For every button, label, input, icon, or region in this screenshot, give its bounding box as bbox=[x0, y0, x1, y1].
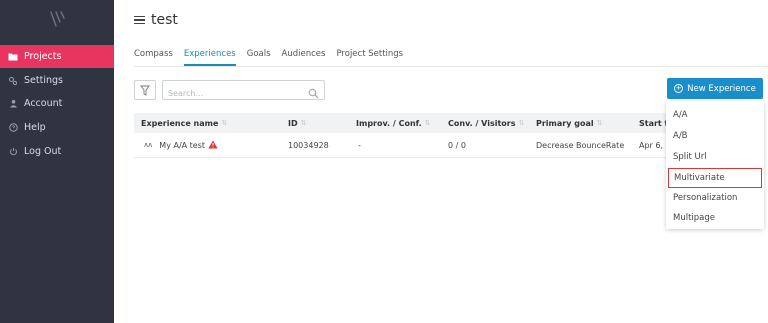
column-header-id[interactable]: ID ⇅ bbox=[288, 119, 307, 128]
power-icon bbox=[2, 147, 24, 156]
tab-audiences[interactable]: Audiences bbox=[282, 49, 326, 66]
sort-icon: ⇅ bbox=[518, 119, 525, 127]
new-experience-button[interactable]: + New Experience bbox=[667, 78, 763, 99]
improv-conf-cell: - bbox=[358, 140, 361, 150]
gears-icon bbox=[2, 76, 24, 86]
search-input[interactable] bbox=[163, 84, 293, 103]
sidebar-item-account[interactable]: Account bbox=[0, 92, 114, 115]
sort-icon: ⇅ bbox=[300, 119, 307, 127]
menu-item-aa[interactable]: A/A bbox=[666, 105, 764, 125]
sidebar-item-label: Account bbox=[24, 98, 63, 109]
sidebar: Projects Settings Account Help Log Out bbox=[0, 0, 114, 323]
app-logo-icon[interactable] bbox=[48, 8, 68, 30]
filter-icon bbox=[140, 81, 150, 100]
sidebar-item-projects[interactable]: Projects bbox=[0, 45, 114, 68]
sidebar-item-settings[interactable]: Settings bbox=[0, 69, 114, 92]
column-header-primary-goal[interactable]: Primary goal ⇅ bbox=[536, 119, 602, 128]
main-content: test Compass Experiences Goals Audiences… bbox=[114, 0, 768, 323]
sidebar-item-label: Settings bbox=[24, 75, 63, 86]
id-cell: 10034928 bbox=[288, 140, 329, 150]
folder-icon bbox=[2, 52, 24, 61]
sort-icon: ⇅ bbox=[424, 119, 431, 127]
hamburger-menu-icon[interactable] bbox=[134, 14, 145, 27]
sidebar-item-help[interactable]: Help bbox=[0, 116, 114, 139]
primary-goal-cell: Decrease BounceRate bbox=[536, 140, 625, 150]
tab-compass[interactable]: Compass bbox=[134, 49, 173, 66]
sidebar-item-logout[interactable]: Log Out bbox=[0, 140, 114, 163]
project-title: test bbox=[151, 12, 178, 28]
plus-circle-icon: + bbox=[674, 84, 684, 93]
column-header-experience-name[interactable]: Experience name ⇅ bbox=[141, 119, 227, 128]
sidebar-item-label: Log Out bbox=[24, 146, 62, 157]
column-header-conv-visitors[interactable]: Conv. / Visitors ⇅ bbox=[448, 119, 524, 128]
filter-button[interactable] bbox=[134, 80, 156, 100]
sidebar-item-label: Help bbox=[24, 122, 46, 133]
experiences-table: Experience name ⇅ ID ⇅ Improv. / Conf. ⇅ Co… bbox=[134, 113, 694, 158]
menu-item-split-url[interactable]: Split Url bbox=[666, 147, 764, 167]
help-circle-icon bbox=[2, 123, 24, 132]
menu-item-multivariate[interactable]: Multivariate bbox=[668, 168, 762, 188]
new-experience-dropdown: A/A A/B Split Url Multivariate Personali… bbox=[666, 101, 764, 229]
tab-bar: Compass Experiences Goals Audiences Proj… bbox=[134, 49, 414, 66]
table-row[interactable]: ᴧᴧ My A/A test 10034928 - 0 / 0 Decrease… bbox=[134, 133, 694, 158]
search-box bbox=[162, 80, 325, 103]
tab-experiences[interactable]: Experiences bbox=[183, 49, 236, 66]
user-icon bbox=[2, 99, 24, 108]
column-header-improv-conf[interactable]: Improv. / Conf. ⇅ bbox=[356, 119, 431, 128]
sidebar-item-label: Projects bbox=[24, 51, 62, 62]
menu-item-ab[interactable]: A/B bbox=[666, 126, 764, 146]
tab-project-settings[interactable]: Project Settings bbox=[336, 49, 403, 66]
table-header: Experience name ⇅ ID ⇅ Improv. / Conf. ⇅ Co… bbox=[134, 113, 694, 133]
new-experience-label: New Experience bbox=[687, 83, 756, 94]
conv-visitors-cell: 0 / 0 bbox=[448, 140, 466, 150]
menu-item-personalization[interactable]: Personalization bbox=[666, 188, 764, 208]
tab-goals[interactable]: Goals bbox=[247, 49, 271, 66]
menu-item-multipage[interactable]: Multipage bbox=[666, 208, 764, 228]
search-icon[interactable] bbox=[308, 84, 319, 103]
warning-icon bbox=[208, 140, 218, 151]
sort-icon: ⇅ bbox=[221, 119, 228, 127]
tabs-divider bbox=[134, 66, 768, 67]
sort-icon: ⇅ bbox=[596, 119, 603, 127]
multivariate-type-icon: ᴧᴧ bbox=[144, 141, 153, 149]
page-title: test bbox=[134, 12, 178, 28]
experience-name-cell[interactable]: ᴧᴧ My A/A test bbox=[144, 140, 218, 151]
